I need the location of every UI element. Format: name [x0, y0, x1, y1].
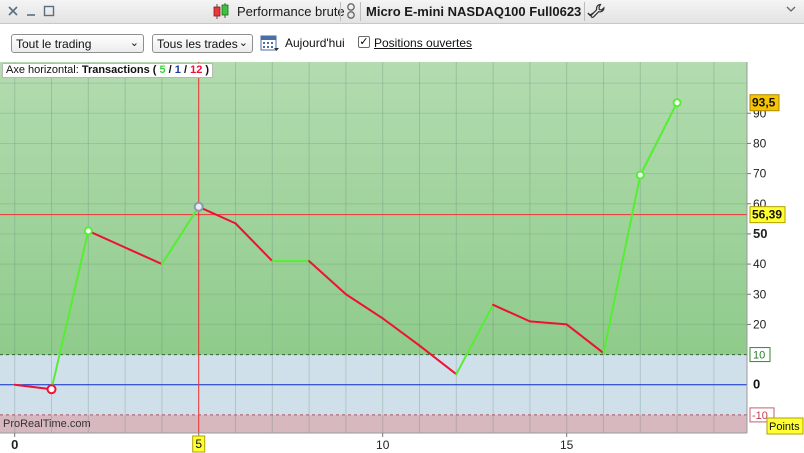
- negative-zone: [0, 414, 747, 433]
- winning-trades-count: 5: [159, 64, 166, 76]
- y-tick-label: 30: [753, 287, 767, 301]
- y-tick-label: 70: [753, 167, 767, 181]
- chevron-down-icon: ⌄: [129, 37, 139, 49]
- title-bar: Performance brute Micro E-mini NASDAQ100…: [0, 0, 804, 24]
- maximize-icon[interactable]: [42, 4, 56, 18]
- calendar-icon[interactable]: [260, 33, 280, 53]
- close-icon[interactable]: [6, 4, 20, 18]
- x-tick-label: 15: [560, 438, 574, 452]
- upper-threshold-label: 10: [753, 350, 765, 362]
- minimize-icon[interactable]: [24, 4, 38, 18]
- data-point: [46, 384, 57, 395]
- open-positions-label[interactable]: Positions ouvertes: [374, 36, 472, 50]
- bottom-axis-panel: [0, 433, 747, 453]
- data-point: [83, 226, 93, 236]
- separator: [340, 2, 341, 21]
- y-tick-label: 40: [753, 257, 767, 271]
- horizontal-axis-caption: Axe horizontal: Transactions ( 5 / 1 / 1…: [2, 63, 214, 78]
- performance-label[interactable]: Performance brute: [237, 4, 345, 19]
- separator: [584, 2, 585, 21]
- open-positions-checkbox[interactable]: ✓: [358, 36, 370, 48]
- axis-caption-slash: /: [183, 64, 188, 76]
- cursor-x-label: 5: [195, 437, 202, 451]
- axis-caption-slash: /: [168, 64, 172, 76]
- performance-chart[interactable]: 2030405060708090010-1093,556,39Points0 10…: [0, 62, 804, 453]
- y-tick-label: 50: [753, 226, 767, 241]
- wrench-icon[interactable]: [590, 3, 606, 19]
- y-tick-label: 20: [753, 317, 767, 331]
- axis-caption-open-paren: (: [152, 64, 157, 76]
- losing-trades-count: 12: [190, 64, 203, 76]
- cursor-value-label: 56,39: [752, 208, 782, 222]
- data-point: [193, 201, 204, 212]
- trading-select[interactable]: Tout le trading ⌄: [11, 34, 144, 53]
- candlestick-icon: [213, 3, 229, 19]
- x-tick-label: 0: [11, 437, 18, 452]
- axis-caption-mode: Transactions: [81, 64, 150, 76]
- toolbar: Tout le trading ⌄ Tous les trades ⌄ Aujo…: [0, 24, 804, 62]
- trades-select-value: Tous les trades: [157, 37, 238, 51]
- lower-threshold-label: -10: [752, 410, 768, 422]
- unit-label: Points: [769, 421, 800, 433]
- data-point: [672, 98, 682, 108]
- axis-caption-close-paren: ): [205, 64, 210, 76]
- last-value-label: 93,5: [752, 96, 776, 110]
- collapse-icon[interactable]: [784, 2, 798, 16]
- link-icon[interactable]: [345, 2, 357, 21]
- trading-select-value: Tout le trading: [16, 37, 92, 51]
- neutral-trades-count: 1: [174, 64, 181, 76]
- trades-select[interactable]: Tous les trades ⌄: [152, 34, 253, 53]
- y-tick-label: 80: [753, 136, 767, 150]
- x-tick-label: 10: [376, 438, 390, 452]
- separator: [360, 2, 361, 21]
- today-label[interactable]: Aujourd'hui: [285, 36, 345, 50]
- positive-zone: [0, 62, 747, 355]
- axis-caption-prefix: Axe horizontal:: [6, 64, 79, 76]
- watermark: ProRealTime.com: [3, 418, 91, 430]
- chevron-down-icon: ⌄: [238, 37, 248, 49]
- instrument-selector[interactable]: Micro E-mini NASDAQ100 Full0623 ⌄: [366, 4, 596, 20]
- y-zero-label: 0: [753, 377, 760, 392]
- data-point: [635, 170, 645, 180]
